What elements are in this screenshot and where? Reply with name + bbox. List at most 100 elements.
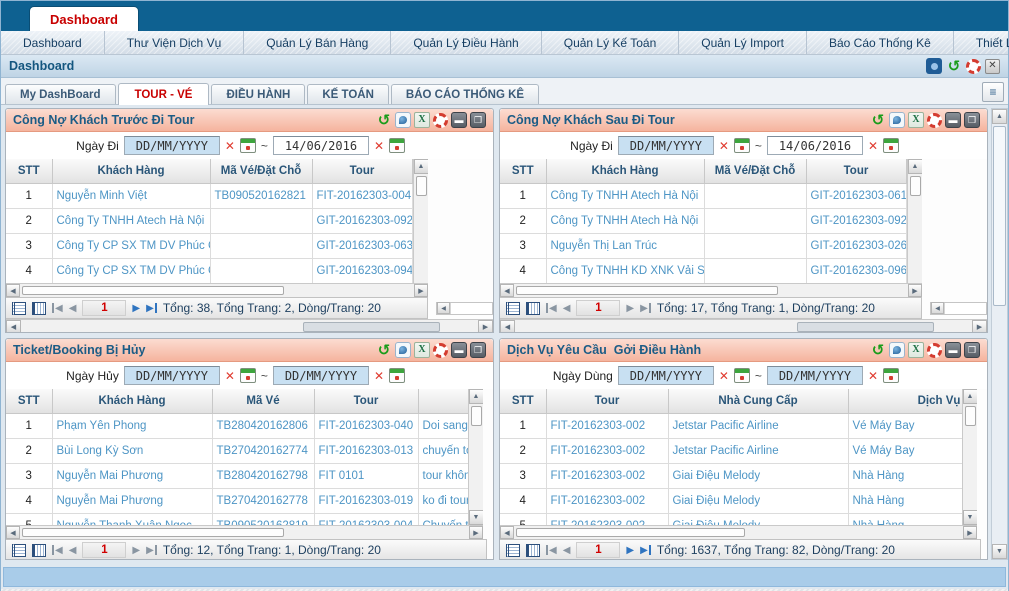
scrollbar-thumb[interactable] <box>22 286 284 295</box>
scroll-up-icon[interactable]: ▲ <box>992 109 1007 124</box>
data-cell[interactable]: Nhà Hàng <box>848 513 962 525</box>
table-row[interactable]: 4Công Ty TNHH KD XNK Vải SợiGIT-20162303… <box>500 258 906 283</box>
first-page-button[interactable]: ◀ <box>52 303 63 314</box>
scroll-left-icon[interactable]: ◀ <box>500 320 515 333</box>
current-page[interactable]: 1 <box>82 300 126 316</box>
data-cell[interactable]: chuyến tou <box>418 438 468 463</box>
column-header[interactable]: STT <box>500 159 546 183</box>
table-row[interactable]: 1Nguyễn Minh ViệtTB090520162821FIT-20162… <box>6 183 412 208</box>
column-header[interactable]: Tour <box>806 159 906 183</box>
scroll-up-icon[interactable]: ▲ <box>469 389 484 404</box>
column-header[interactable]: Khách Hàng <box>52 159 210 183</box>
scroll-left-icon[interactable]: ◀ <box>500 284 514 297</box>
column-header[interactable]: Tour <box>312 159 412 183</box>
menu-item-thu-vien-dich-vu[interactable]: Thư Viện Dịch Vụ <box>105 31 245 54</box>
data-cell[interactable]: Bùi Long Kỳ Sơn <box>52 438 212 463</box>
prev-page-button[interactable]: ◀ <box>69 303 77 314</box>
data-cell[interactable]: FIT 0101 <box>314 463 418 488</box>
scrollbar-thumb[interactable] <box>416 176 427 196</box>
grid-rows-icon[interactable] <box>12 544 26 557</box>
menu-item-quan-ly-dieu-hanh[interactable]: Quản Lý Điều Hành <box>391 31 541 54</box>
data-cell[interactable]: Phạm Yên Phong <box>52 413 212 438</box>
column-header[interactable]: Mã Vé/Đặt Chỗ <box>210 159 312 183</box>
excel-export-icon[interactable]: X <box>414 112 430 128</box>
calendar-icon[interactable] <box>734 368 750 383</box>
column-header[interactable]: Khách Hàng <box>52 389 212 413</box>
data-cell[interactable]: Nguyễn Minh Việt <box>52 183 210 208</box>
next-page-button[interactable]: ▶ <box>132 303 140 314</box>
last-page-button[interactable]: ▶ <box>640 303 651 314</box>
scroll-right-icon[interactable]: ▶ <box>478 320 493 333</box>
scrollbar-thumb[interactable] <box>471 406 482 426</box>
scroll-left-icon[interactable]: ◀ <box>500 526 514 539</box>
column-header[interactable]: Nhà Cung Cấp <box>668 389 848 413</box>
column-header[interactable]: STT <box>6 159 52 183</box>
table-row[interactable]: 4FIT-20162303-002Giai Điệu MelodyNhà Hàn… <box>500 488 962 513</box>
data-cell[interactable]: Jetstar Pacific Airline <box>668 438 848 463</box>
calendar-icon[interactable] <box>240 368 256 383</box>
help-icon[interactable] <box>927 113 942 128</box>
scrollbar-thumb[interactable] <box>910 176 921 196</box>
data-cell[interactable]: TB280420162798 <box>212 463 314 488</box>
maximize-button[interactable]: ❒ <box>964 112 980 128</box>
data-cell[interactable]: GIT-20162303-092 <box>312 208 412 233</box>
grid-rows-icon[interactable] <box>506 302 520 315</box>
date-to-input[interactable] <box>273 136 369 155</box>
refresh-icon[interactable]: ↺ <box>870 342 886 358</box>
menu-item-quan-ly-ban-hang[interactable]: Quản Lý Bán Hàng <box>244 31 391 54</box>
scroll-down-icon[interactable]: ▼ <box>469 510 484 525</box>
data-cell[interactable]: GIT-20162303-096 <box>806 258 906 283</box>
table-row[interactable]: 2Bùi Long Kỳ SơnTB270420162774FIT-201623… <box>6 438 468 463</box>
excel-export-icon[interactable]: X <box>908 342 924 358</box>
table-row[interactable]: 3Nguyễn Mai PhươngTB280420162798FIT 0101… <box>6 463 468 488</box>
clear-date-icon[interactable]: ✕ <box>868 369 878 383</box>
first-page-button[interactable]: ◀ <box>546 303 557 314</box>
data-cell[interactable]: Doi sang to <box>418 413 468 438</box>
data-cell[interactable]: GIT-20162303-092 <box>806 208 906 233</box>
data-cell[interactable]: Công Ty TNHH KD XNK Vải Sợi <box>546 258 704 283</box>
table-row[interactable]: 2FIT-20162303-002Jetstar Pacific Airline… <box>500 438 962 463</box>
data-cell[interactable]: GIT-20162303-026 <box>806 233 906 258</box>
clear-date-icon[interactable]: ✕ <box>719 369 729 383</box>
column-header[interactable]: Mã Vé <box>212 389 314 413</box>
scroll-right-icon[interactable]: ▶ <box>469 526 483 539</box>
scroll-left-icon[interactable]: ◀ <box>6 320 21 333</box>
tab-dieu-hanh[interactable]: ĐIỀU HÀNH <box>211 84 305 104</box>
calendar-icon[interactable] <box>389 368 405 383</box>
maximize-button[interactable]: ❒ <box>964 342 980 358</box>
minimize-button[interactable]: ▬ <box>451 342 467 358</box>
minimize-button[interactable]: ▬ <box>945 112 961 128</box>
calendar-icon[interactable] <box>734 138 750 153</box>
help-icon[interactable] <box>966 59 981 74</box>
last-page-button[interactable]: ▶ <box>640 545 651 556</box>
grid-rows-icon[interactable] <box>506 544 520 557</box>
data-cell[interactable]: FIT-20162303-002 <box>546 463 668 488</box>
data-cell[interactable]: Công Ty TNHH Atech Hà Nội <box>546 183 704 208</box>
table-row[interactable]: 2Công Ty TNHH Atech Hà NộiGIT-20162303-0… <box>500 208 906 233</box>
page-vertical-scrollbar[interactable]: ▲ ▼ <box>991 108 1008 560</box>
data-cell[interactable]: FIT-20162303-002 <box>546 413 668 438</box>
minimize-button[interactable]: ▬ <box>945 342 961 358</box>
close-button[interactable]: ✕ <box>985 59 1000 74</box>
help-icon[interactable] <box>927 343 942 358</box>
data-cell[interactable]: Công Ty CP SX TM DV Phúc Cu <box>52 258 210 283</box>
vertical-scrollbar[interactable]: ▲ ▼ <box>468 389 483 525</box>
data-cell[interactable]: Nguyễn Mai Phương <box>52 488 212 513</box>
data-cell[interactable]: FIT-20162303-019 <box>314 488 418 513</box>
column-header[interactable]: Dịch Vụ <box>848 389 962 413</box>
tab-tour-ve[interactable]: TOUR - VÉ <box>118 83 210 105</box>
clear-date-icon[interactable]: ✕ <box>225 139 235 153</box>
scrollbar-thumb[interactable] <box>965 406 976 426</box>
horizontal-scrollbar[interactable]: ◀ ▶ <box>500 283 922 297</box>
scroll-down-icon[interactable]: ▼ <box>963 510 978 525</box>
scroll-left-icon[interactable]: ◀ <box>437 302 450 314</box>
grid-rows-icon[interactable] <box>12 302 26 315</box>
data-cell[interactable]: TB270420162778 <box>212 488 314 513</box>
next-page-button[interactable]: ▶ <box>626 545 634 556</box>
column-header[interactable]: Tour <box>546 389 668 413</box>
first-page-button[interactable]: ◀ <box>546 545 557 556</box>
date-to-input[interactable] <box>273 366 369 385</box>
column-header[interactable]: STT <box>6 389 52 413</box>
column-header[interactable]: Tour <box>314 389 418 413</box>
window-tab-dashboard[interactable]: Dashboard <box>29 6 139 31</box>
